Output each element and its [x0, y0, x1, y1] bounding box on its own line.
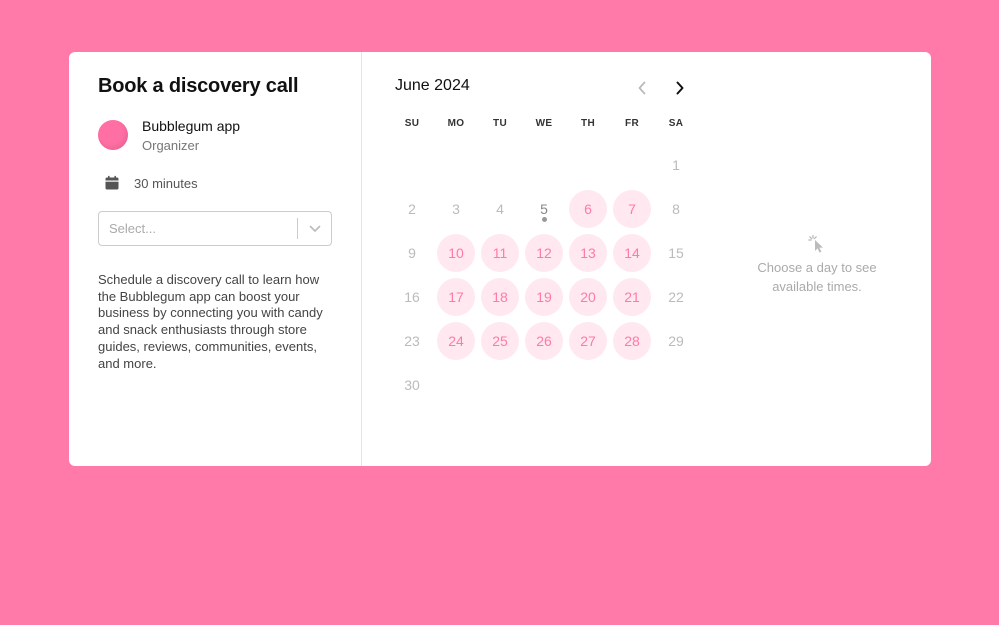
calendar-day-11[interactable]: 11 [481, 234, 519, 272]
chevron-left-icon[interactable] [632, 78, 652, 98]
calendar-day-20[interactable]: 20 [569, 278, 607, 316]
chevron-right-icon[interactable] [670, 78, 690, 98]
weekday-su: SU [404, 118, 420, 129]
duration-label: 30 minutes [134, 175, 198, 191]
calendar-day-23: 23 [393, 322, 431, 360]
calendar-day-label: 26 [536, 333, 552, 349]
calendar-day-label: 29 [668, 333, 684, 349]
weekday-sa: SA [668, 118, 684, 129]
calendar-day-label: 8 [672, 201, 680, 217]
calendar-day-7[interactable]: 7 [613, 190, 651, 228]
calendar-day-label: 6 [584, 201, 592, 217]
calendar-day-label: 4 [496, 201, 504, 217]
calendar-day-8: 8 [657, 190, 695, 228]
calendar-day-label: 9 [408, 245, 416, 261]
calendar-day-label: 1 [672, 157, 680, 173]
chevron-down-icon[interactable] [298, 225, 331, 233]
calendar-day-19[interactable]: 19 [525, 278, 563, 316]
calendar-day-2: 2 [393, 190, 431, 228]
select-dropdown[interactable]: Select... [98, 211, 332, 246]
avatar [98, 120, 128, 150]
calendar-day-label: 12 [536, 245, 552, 261]
event-details-panel: Book a discovery call Bubblegum app Orga… [69, 52, 362, 466]
calendar-day-label: 21 [624, 289, 640, 305]
calendar-day-label: 13 [580, 245, 596, 261]
calendar-day-5: 5 [525, 190, 563, 228]
calendar-day-17[interactable]: 17 [437, 278, 475, 316]
calendar-day-29: 29 [657, 322, 695, 360]
calendar-day-label: 24 [448, 333, 464, 349]
calendar-day-18[interactable]: 18 [481, 278, 519, 316]
calendar-day-label: 15 [668, 245, 684, 261]
calendar-day-label: 28 [624, 333, 640, 349]
calendar-day-label: 23 [404, 333, 420, 349]
calendar-panel: June 2024 SU MO TU WE TH FR SA 1 2 3 4 5 6 7 8 9 10 11 12… [362, 52, 931, 466]
calendar-day-label: 27 [580, 333, 596, 349]
calendar-icon [104, 175, 120, 191]
calendar-day-label: 30 [404, 377, 420, 393]
calendar-day-label: 7 [628, 201, 636, 217]
calendar-day-label: 17 [448, 289, 464, 305]
organizer-role: Organizer [142, 138, 200, 153]
calendar-day-label: 14 [624, 245, 640, 261]
calendar-day-16: 16 [393, 278, 431, 316]
calendar-day-15: 15 [657, 234, 695, 272]
calendar-day-24[interactable]: 24 [437, 322, 475, 360]
calendar-day-label: 25 [492, 333, 508, 349]
weekday-tu: TU [493, 118, 507, 129]
calendar-day-12[interactable]: 12 [525, 234, 563, 272]
calendar-day-label: 20 [580, 289, 596, 305]
organizer: Bubblegum app Organizer [98, 117, 332, 154]
weekday-th: TH [581, 118, 595, 129]
today-indicator [542, 217, 547, 222]
calendar-day-1: 1 [657, 146, 695, 184]
calendar-day-14[interactable]: 14 [613, 234, 651, 272]
calendar-day-label: 18 [492, 289, 508, 305]
duration: 30 minutes [104, 175, 332, 191]
calendar-day-label: 2 [408, 201, 416, 217]
weekday-we: WE [535, 118, 553, 129]
booking-card: Book a discovery call Bubblegum app Orga… [69, 52, 931, 466]
calendar-day-label: 16 [404, 289, 420, 305]
calendar-day-21[interactable]: 21 [613, 278, 651, 316]
calendar-day-30: 30 [393, 366, 431, 404]
calendar-day-9: 9 [393, 234, 431, 272]
calendar-day-13[interactable]: 13 [569, 234, 607, 272]
calendar-day-25[interactable]: 25 [481, 322, 519, 360]
select-placeholder: Select... [109, 221, 156, 236]
pointer-click-icon [742, 234, 892, 254]
times-empty-message: Choose a day to see available times. [757, 260, 877, 294]
calendar-day-label: 5 [540, 201, 548, 217]
event-title: Book a discovery call [98, 75, 299, 97]
calendar-day-label: 22 [668, 289, 684, 305]
calendar-day-6[interactable]: 6 [569, 190, 607, 228]
calendar-day-26[interactable]: 26 [525, 322, 563, 360]
calendar-day-label: 10 [448, 245, 464, 261]
weekday-fr: FR [625, 118, 639, 129]
month-label: June 2024 [395, 77, 470, 94]
organizer-name: Bubblegum app [142, 118, 241, 134]
event-description: Schedule a discovery call to learn how t… [98, 272, 323, 371]
calendar-day-4: 4 [481, 190, 519, 228]
calendar-day-label: 3 [452, 201, 460, 217]
calendar-day-label: 11 [492, 245, 508, 261]
calendar-day-3: 3 [437, 190, 475, 228]
calendar-day-28[interactable]: 28 [613, 322, 651, 360]
calendar-day-label: 19 [536, 289, 552, 305]
times-empty-state: Choose a day to see available times. [742, 234, 892, 296]
calendar-day-22: 22 [657, 278, 695, 316]
calendar-day-27[interactable]: 27 [569, 322, 607, 360]
calendar-day-10[interactable]: 10 [437, 234, 475, 272]
weekday-mo: MO [447, 118, 465, 129]
